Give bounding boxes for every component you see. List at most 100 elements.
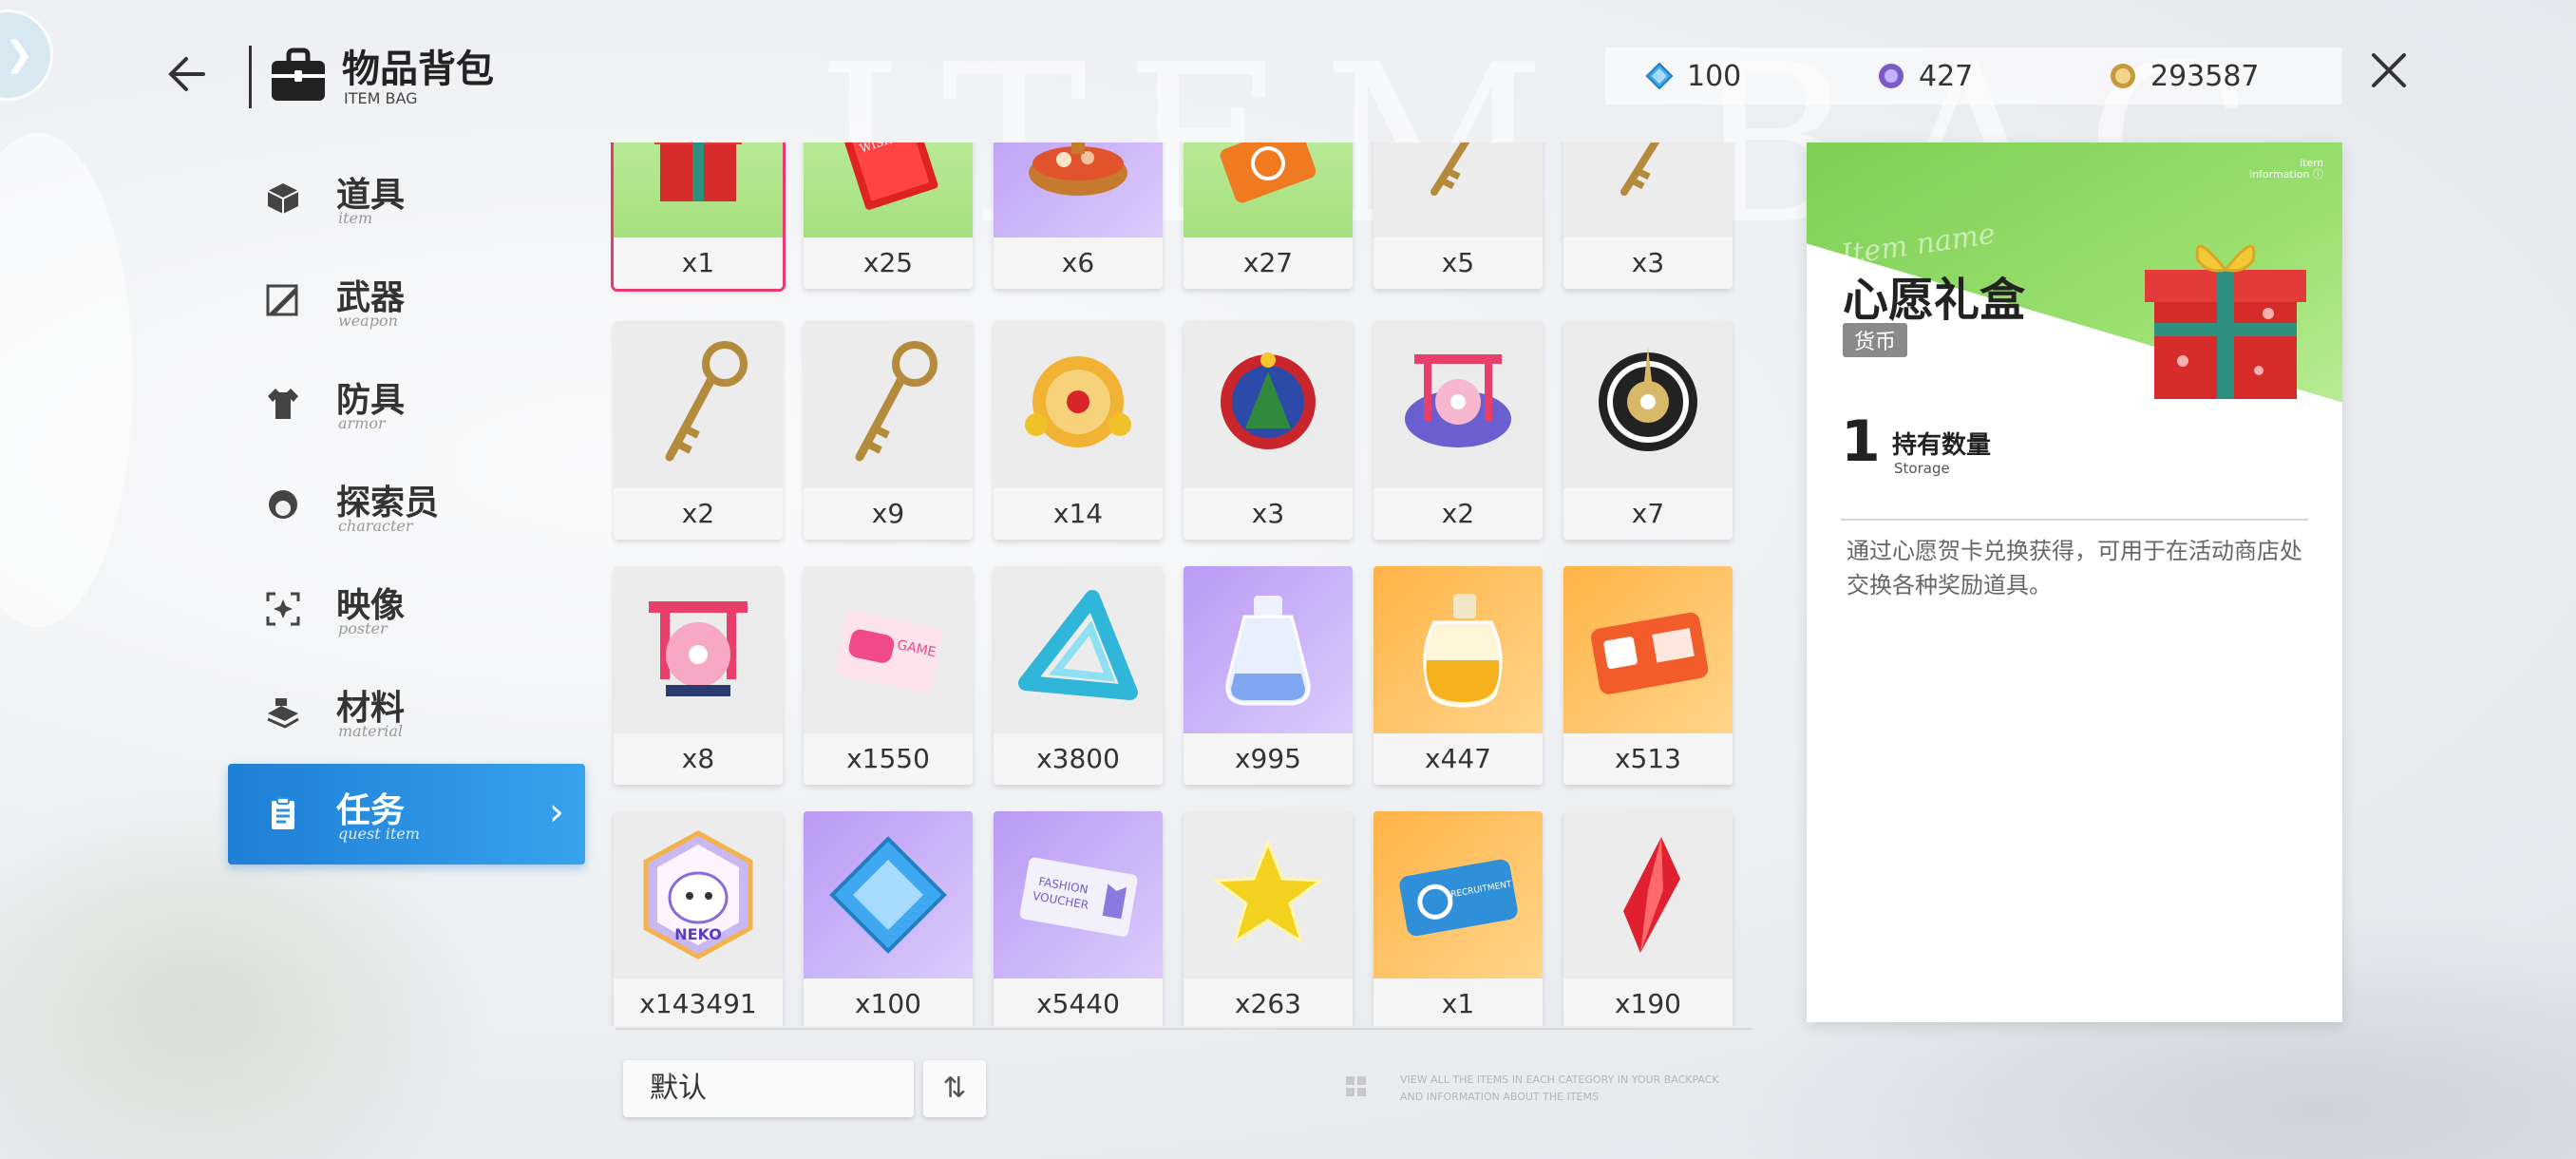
sidebar-item-quest[interactable]: 任务 quest item › (228, 764, 585, 864)
item-slot[interactable]: x513 (1563, 566, 1733, 785)
sidebar-item-sublabel: weapon (338, 312, 398, 330)
compass-icon (1563, 321, 1733, 488)
item-slot[interactable]: x5 (1373, 142, 1543, 289)
item-quantity: x3 (1184, 488, 1353, 540)
item-slot[interactable]: x447 (1373, 566, 1543, 785)
corner-decoration-icon: ❯ (0, 10, 53, 101)
item-quantity: x25 (804, 238, 973, 289)
currency-value: 100 (1687, 59, 1742, 93)
arrow-left-icon (168, 57, 205, 91)
purple-gem-icon (1879, 64, 1904, 88)
item-quantity: x447 (1373, 733, 1543, 785)
item-slot[interactable]: NEKO x143491 (614, 811, 783, 1026)
sidebar-item-material[interactable]: 材料 material (228, 661, 585, 762)
key-icon (1563, 142, 1733, 238)
item-slot[interactable]: x3 (1184, 321, 1353, 540)
bag-icon (272, 48, 325, 101)
currency-purple-gem: 427 (1877, 60, 1973, 93)
item-count: 1 (1841, 408, 1881, 475)
item-slot[interactable]: x27 (1184, 142, 1353, 289)
item-slot[interactable]: FASHION VOUCHER x5440 (994, 811, 1163, 1026)
item-slot[interactable]: x100 (804, 811, 973, 1026)
back-button[interactable] (160, 48, 213, 101)
item-quantity: x1 (614, 238, 783, 289)
item-information-tag: item information ⓘ (2249, 158, 2323, 180)
item-category-badge: 货币 (1843, 323, 1908, 357)
diamond-currency-icon (1645, 62, 1674, 90)
header-divider (249, 46, 252, 108)
hotpot-icon (994, 142, 1163, 238)
currency-gold-coin: 293587 (2109, 60, 2260, 93)
item-slot[interactable]: x263 (1184, 811, 1353, 1026)
page-title: 物品背包 (342, 48, 494, 91)
sakura-gate-icon (614, 566, 783, 733)
triangle-icon (994, 566, 1163, 733)
item-count-sublabel: Storage (1894, 460, 1950, 477)
sort-order-toggle[interactable]: ⇅ (923, 1060, 986, 1117)
gift-box-icon (2145, 244, 2306, 399)
gold-bottle-icon (1373, 566, 1543, 733)
item-slot[interactable]: GAME x1550 (804, 566, 973, 785)
sidebar-item-sublabel: poster (338, 619, 388, 637)
item-slot[interactable]: x1 (611, 142, 786, 292)
sword-icon (262, 280, 304, 322)
item-slot[interactable]: x8 (614, 566, 783, 785)
currency-value: 293587 (2150, 59, 2260, 93)
item-slot[interactable]: x9 (804, 321, 973, 540)
item-slot[interactable]: WISHES x25 (804, 142, 973, 289)
item-quantity: x6 (994, 238, 1163, 289)
key-icon (804, 321, 973, 488)
game-card-icon: GAME (804, 566, 973, 733)
page-subtitle: ITEM BAG (344, 89, 418, 107)
grid-divider (616, 1028, 1752, 1030)
item-slot[interactable]: x14 (994, 321, 1163, 540)
close-button[interactable] (2365, 48, 2413, 104)
item-grid[interactable]: x1 WISHES x25 x6 x27 x5 x3 x2 (608, 142, 1757, 1026)
recruitment-ticket-icon: RECRUITMENT (1373, 811, 1543, 978)
sidebar-item-item[interactable]: 道具 item (228, 148, 585, 249)
currency-diamond: 100 (1645, 60, 1741, 93)
item-slot[interactable]: x3800 (994, 566, 1163, 785)
character-icon (262, 485, 304, 527)
item-slot[interactable]: x190 (1563, 811, 1733, 1026)
item-quantity: x9 (804, 488, 973, 540)
sort-select[interactable]: 默认 (623, 1060, 914, 1117)
item-description: 通过心愿贺卡兑换获得，可用于在活动商店处交换各种奖励道具。 (1847, 538, 2302, 598)
item-slot[interactable]: x995 (1184, 566, 1353, 785)
detail-divider (1841, 519, 2308, 521)
item-quantity: x14 (994, 488, 1163, 540)
key-icon (614, 321, 783, 488)
item-quantity: x513 (1563, 733, 1733, 785)
item-quantity: x1 (1373, 978, 1543, 1026)
item-count-label: 持有数量 (1892, 431, 1992, 460)
star-icon (1184, 811, 1353, 978)
gold-coin-icon (2111, 64, 2135, 88)
item-slot[interactable]: x7 (1563, 321, 1733, 540)
neko-coin-text: NEKO (674, 925, 722, 943)
item-quantity: x1550 (804, 733, 973, 785)
sidebar-item-sublabel: material (338, 722, 404, 740)
sidebar-item-weapon[interactable]: 武器 weapon (228, 251, 585, 352)
item-quantity: x263 (1184, 978, 1353, 1026)
item-slot[interactable]: RECRUITMENT x1 (1373, 811, 1543, 1026)
gift-box-icon (614, 142, 783, 238)
item-slot[interactable]: x3 (1563, 142, 1733, 289)
item-quantity: x100 (804, 978, 973, 1026)
sidebar-item-character[interactable]: 探索员 character (228, 456, 585, 557)
item-slot[interactable]: x2 (614, 321, 783, 540)
currency-value: 427 (1919, 59, 1974, 93)
sidebar-item-armor[interactable]: 防具 armor (228, 353, 585, 454)
box-icon (262, 178, 304, 219)
grid-hint-icon (1346, 1076, 1366, 1096)
hint-text: VIEW ALL THE ITEMS IN EACH CATEGORY IN Y… (1400, 1074, 1719, 1103)
sidebar-item-poster[interactable]: 映像 poster (228, 559, 585, 659)
christmas-wreath-icon (1184, 321, 1353, 488)
material-icon (262, 691, 304, 732)
key-icon (1373, 142, 1543, 238)
item-quantity: x27 (1184, 238, 1353, 289)
info-tag-line: information ⓘ (2249, 168, 2323, 180)
item-slot[interactable]: x6 (994, 142, 1163, 289)
item-slot[interactable]: x2 (1373, 321, 1543, 540)
lantern-wreath-icon (994, 321, 1163, 488)
quest-icon (262, 793, 304, 835)
